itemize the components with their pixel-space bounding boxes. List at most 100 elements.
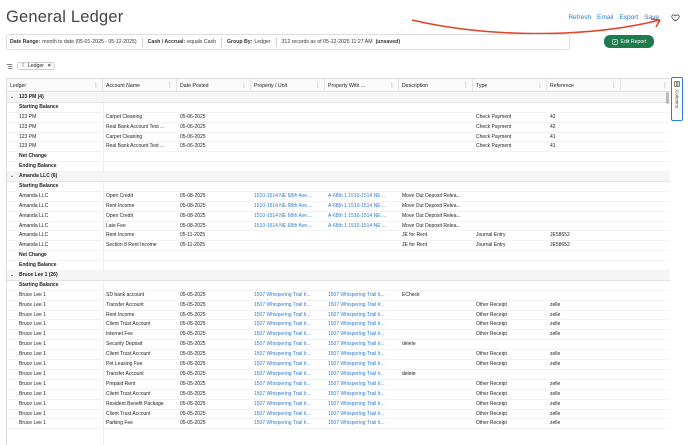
- table-row[interactable]: Amanda LLC Late Fee 05-08-2025 1510-1514 NE…: [7, 222, 670, 232]
- table-row[interactable]: 123 PM Real Bank Account Test ... 05-06-20…: [7, 123, 670, 133]
- cell-property-unit[interactable]: 1507 Whispering Trail Ir...: [251, 390, 325, 400]
- cell-property-with[interactable]: [325, 231, 399, 241]
- cell-property-unit[interactable]: [251, 241, 325, 251]
- export-link[interactable]: Export: [619, 14, 638, 21]
- column-menu-icon[interactable]: ⋮: [389, 82, 395, 89]
- col-reference-header[interactable]: Reference ⋮: [547, 79, 621, 92]
- table-row[interactable]: Bruce Lee 1 Client Trust Account 05-05-202…: [7, 410, 670, 420]
- summary-row[interactable]: Net Change: [7, 251, 670, 262]
- cell-property-with[interactable]: A-68th 1 1510-1514 NE ...: [325, 192, 399, 202]
- table-row[interactable]: 123 PM Carpet Cleaning 05-06-2025 Check Pay…: [7, 133, 670, 143]
- table-row[interactable]: Amanda LLC Rent Income 05-08-2025 1510-1514…: [7, 202, 670, 212]
- table-row[interactable]: Bruce Lee 1 SD bank account 05-05-2025 1507…: [7, 291, 670, 301]
- cell-property-unit[interactable]: 1507 Whispering Trail Ir...: [251, 350, 325, 360]
- cell-property-with[interactable]: [325, 123, 399, 133]
- summary-row[interactable]: Starting Balance: [7, 182, 670, 192]
- cell-property-unit[interactable]: [251, 142, 325, 152]
- col-description-header[interactable]: Description ⋮: [399, 79, 473, 92]
- table-row[interactable]: Bruce Lee 1 Client Trust Account 05-05-202…: [7, 350, 670, 361]
- cell-property-with[interactable]: A-68th 1 1510-1514 NE ...: [325, 202, 399, 212]
- cell-property-with[interactable]: 1507 Whispering Trail Ir...: [325, 419, 399, 429]
- table-row[interactable]: Bruce Lee 1 Transfer Account 05-05-2025 150…: [7, 370, 670, 380]
- col-ledger-header[interactable]: Ledger ⋮: [7, 79, 103, 92]
- cell-property-unit[interactable]: 1510-1514 NE 68th Ave....: [251, 222, 325, 232]
- cell-property-with[interactable]: A-68th 1 1510-1514 NE ...: [325, 222, 399, 232]
- group-row[interactable]: ⌄ 123 PM (4): [7, 93, 670, 103]
- table-row[interactable]: Amanda LLC Open Credit 05-08-2025 1510-1514…: [7, 192, 670, 202]
- cell-property-unit[interactable]: 1507 Whispering Trail Ir...: [251, 410, 325, 420]
- table-row[interactable]: Bruce Lee 1 Security Deposit 05-05-2025 150…: [7, 340, 670, 351]
- table-row[interactable]: Bruce Lee 1 Internet Fee 05-05-2025 1507 Wh…: [7, 330, 670, 341]
- summary-row[interactable]: Starting Balance: [7, 103, 670, 113]
- column-menu-icon[interactable]: ⋮: [662, 82, 668, 89]
- cell-property-with[interactable]: A-68th 1 1510-1514 NE ...: [325, 212, 399, 222]
- cell-property-unit[interactable]: 1507 Whispering Trail Ir...: [251, 311, 325, 321]
- table-row[interactable]: Bruce Lee 1 Client Trust Account 05-05-202…: [7, 390, 670, 400]
- cell-property-unit[interactable]: [251, 133, 325, 143]
- cell-property-with[interactable]: [325, 113, 399, 123]
- col-property-with-header[interactable]: Property With ... ⋮: [325, 79, 399, 92]
- cell-property-with[interactable]: 1507 Whispering Trail Ir...: [325, 390, 399, 400]
- cell-property-with[interactable]: 1507 Whispering Trail Ir...: [325, 400, 399, 410]
- cell-property-with[interactable]: [325, 133, 399, 143]
- cell-property-unit[interactable]: [251, 231, 325, 241]
- cell-property-unit[interactable]: 1507 Whispering Trail Ir...: [251, 340, 325, 350]
- cell-property-unit[interactable]: [251, 113, 325, 123]
- cell-property-unit[interactable]: 1507 Whispering Trail Ir...: [251, 291, 325, 301]
- remove-group-icon[interactable]: ✕: [47, 63, 51, 69]
- favorite-heart-icon[interactable]: [671, 13, 680, 22]
- summary-row[interactable]: Starting Balance: [7, 281, 670, 291]
- table-row[interactable]: Bruce Lee 1 Client Trust Account 05-05-202…: [7, 320, 670, 331]
- cell-property-with[interactable]: 1507 Whispering Trail Ir...: [325, 380, 399, 390]
- column-menu-icon[interactable]: ⋮: [537, 82, 543, 89]
- cell-property-unit[interactable]: 1507 Whispering Trail Ir...: [251, 370, 325, 380]
- summary-row[interactable]: Ending Balance: [7, 162, 670, 173]
- col-date-header[interactable]: Date Posted ⋮: [177, 79, 251, 92]
- column-menu-icon[interactable]: ⋮: [315, 82, 321, 89]
- cell-property-with[interactable]: 1507 Whispering Trail Ir...: [325, 311, 399, 321]
- table-row[interactable]: Bruce Lee 1 Parking Fee 05-05-2025 1507 Whi…: [7, 419, 670, 430]
- column-menu-icon[interactable]: ⋮: [241, 82, 247, 89]
- cell-property-unit[interactable]: 1507 Whispering Trail Ir...: [251, 320, 325, 330]
- table-row[interactable]: Bruce Lee 1 Rent Income 05-05-2025 1507 Whi…: [7, 311, 670, 321]
- group-rows-icon[interactable]: [6, 63, 13, 70]
- col-type-header[interactable]: Type ⋮: [473, 79, 547, 92]
- cell-property-with[interactable]: 1507 Whispering Trail Ir...: [325, 330, 399, 340]
- cell-property-unit[interactable]: [251, 123, 325, 133]
- group-row[interactable]: ⌄ Bruce Lee 1 (26): [7, 271, 670, 281]
- edit-report-button[interactable]: Edit Report: [604, 35, 654, 48]
- refresh-link[interactable]: Refresh: [568, 14, 591, 21]
- cell-property-unit[interactable]: 1507 Whispering Trail Ir...: [251, 360, 325, 370]
- cell-property-with[interactable]: [325, 241, 399, 251]
- col-extra-header[interactable]: ⋮: [621, 79, 670, 92]
- cell-property-with[interactable]: 1507 Whispering Trail Ir...: [325, 410, 399, 420]
- cell-property-with[interactable]: 1507 Whispering Trail Ir...: [325, 360, 399, 370]
- column-menu-icon[interactable]: ⋮: [167, 82, 173, 89]
- table-row[interactable]: Bruce Lee 1 Transfer Account 05-05-2025 150…: [7, 301, 670, 311]
- summary-row[interactable]: Ending Balance: [7, 261, 670, 272]
- cell-property-unit[interactable]: 1507 Whispering Trail Ir...: [251, 330, 325, 340]
- table-row[interactable]: Bruce Lee 1 Pet Leasing Fee 05-05-2025 1507…: [7, 360, 670, 370]
- column-menu-icon[interactable]: ⋮: [463, 82, 469, 89]
- cell-property-unit[interactable]: 1507 Whispering Trail Ir...: [251, 301, 325, 311]
- summary-row[interactable]: Net Change: [7, 152, 670, 163]
- group-chip-ledger[interactable]: ⠿ Ledger ✕: [17, 62, 56, 70]
- cell-property-unit[interactable]: 1507 Whispering Trail Ir...: [251, 400, 325, 410]
- table-row[interactable]: Amanda LLC Section 8 Rent Income 05-11-202…: [7, 241, 670, 252]
- save-link[interactable]: Save: [644, 14, 659, 21]
- cell-property-unit[interactable]: 1507 Whispering Trail Ir...: [251, 419, 325, 429]
- cell-property-unit[interactable]: 1510-1514 NE 68th Ave....: [251, 202, 325, 212]
- table-row[interactable]: Amanda LLC Rent Income 05-11-2025 JE for Re…: [7, 231, 670, 242]
- table-row[interactable]: 123 PM Carpet Cleaning 05-06-2025 Check Pay…: [7, 113, 670, 123]
- column-menu-icon[interactable]: ⋮: [611, 82, 617, 89]
- cell-property-with[interactable]: 1507 Whispering Trail Ir...: [325, 301, 399, 311]
- vertical-scrollbar[interactable]: [666, 92, 669, 104]
- filter-summary-bar[interactable]: Date Range: month to date (05-01-2025 - …: [6, 34, 570, 50]
- cell-property-with[interactable]: 1507 Whispering Trail Ir...: [325, 291, 399, 301]
- column-menu-icon[interactable]: ⋮: [93, 82, 99, 89]
- cell-property-with[interactable]: 1507 Whispering Trail Ir...: [325, 340, 399, 350]
- cell-property-with[interactable]: 1507 Whispering Trail Ir...: [325, 350, 399, 360]
- group-row[interactable]: ⌄ Amanda LLC (6): [7, 172, 670, 183]
- cell-property-unit[interactable]: 1507 Whispering Trail Ir...: [251, 380, 325, 390]
- cell-property-with[interactable]: 1507 Whispering Trail Ir...: [325, 370, 399, 380]
